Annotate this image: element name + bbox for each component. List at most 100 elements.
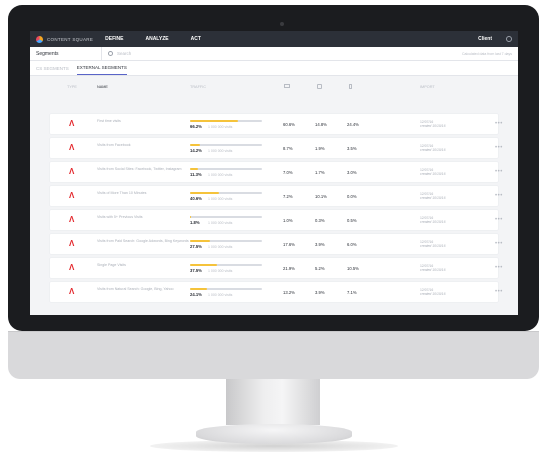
import-date: 12/07/16 created 10/10/16	[420, 288, 445, 296]
traffic-percent: 11.3%	[190, 172, 202, 177]
segment-name[interactable]: Visits from Social Sites: Facebook, Twit…	[97, 167, 189, 171]
search-bar[interactable]: Search	[102, 51, 462, 56]
tab-cs-segments[interactable]: CS SEGMENTS	[36, 66, 69, 75]
import-date: 12/07/16 created 10/10/16	[420, 240, 445, 248]
brand-name: CONTENT SQUARE	[47, 36, 94, 42]
traffic-percent: 40.6%	[190, 196, 202, 201]
visits-count: 1 000 000 visits	[208, 124, 233, 129]
visits-count: 1 000 000 visits	[208, 172, 233, 177]
client-menu[interactable]: Client	[478, 36, 492, 42]
user-icon[interactable]	[506, 36, 512, 42]
table-row[interactable]: Λ Visits of More Than 10 Minutes 40.6% 1 00…	[50, 186, 502, 206]
camera-dot	[280, 22, 284, 26]
more-icon[interactable]: •••	[495, 265, 503, 271]
mobile-share: 0.0%	[347, 194, 357, 199]
segment-name[interactable]: Visits from Natural Search: Google, Bing…	[97, 287, 189, 291]
created-date: created 10/10/16	[420, 220, 446, 225]
traffic-bar-fill	[190, 192, 220, 194]
more-icon[interactable]: •••	[495, 217, 503, 223]
more-icon[interactable]: •••	[495, 121, 503, 127]
traffic-bar-fill	[190, 264, 217, 266]
table-row[interactable]: Λ Visits from Paid Search: Google Adwords…	[50, 234, 502, 254]
more-icon[interactable]: •••	[495, 193, 503, 199]
traffic-bar	[190, 168, 262, 170]
traffic-bar	[190, 264, 262, 266]
desktop-share: 21.9%	[283, 266, 295, 271]
table-row[interactable]: Λ Visits from Social Sites: Facebook, Twi…	[50, 162, 502, 182]
segment-name[interactable]: Single Page Visits	[97, 263, 189, 267]
adobe-icon: Λ	[69, 287, 75, 296]
segment-name[interactable]: First time visits	[97, 119, 189, 123]
tablet-icon[interactable]	[317, 84, 322, 89]
mobile-share: 7.1%	[347, 290, 357, 295]
traffic-bar	[190, 120, 262, 122]
table-row[interactable]: Λ Visits from Natural Search: Google, Bin…	[50, 282, 502, 302]
created-date: created 10/10/16	[420, 292, 446, 297]
segment-name[interactable]: Visits with 5+ Previous Visits	[97, 215, 189, 219]
more-icon[interactable]: •••	[495, 169, 503, 175]
nav-analyze[interactable]: ANALYZE	[145, 36, 168, 42]
monitor-stand-base	[196, 424, 352, 444]
monitor-mockup: CONTENT SQUARE DEFINE ANALYZE ACT Client…	[0, 0, 547, 463]
import-date: 12/07/16 created 10/10/16	[420, 264, 445, 272]
tablet-share: 0.3%	[315, 218, 325, 223]
table-row[interactable]: Λ Visits with 5+ Previous Visits 1.8% 1 000…	[50, 210, 502, 230]
import-date: 12/07/16 created 10/10/16	[420, 192, 445, 200]
desktop-share: 17.6%	[283, 242, 295, 247]
created-date: created 10/10/16	[420, 124, 446, 129]
traffic-percent: 37.5%	[190, 268, 202, 273]
mobile-icon[interactable]	[349, 84, 352, 89]
col-type: TYPE	[67, 85, 77, 89]
search-icon	[108, 51, 113, 56]
traffic-percent: 14.2%	[190, 148, 202, 153]
mobile-share: 24.4%	[347, 122, 359, 127]
page-title: Segments	[30, 47, 102, 60]
mobile-share: 0.5%	[347, 218, 357, 223]
traffic-bar	[190, 216, 262, 218]
desktop-share: 60.6%	[283, 122, 295, 127]
more-icon[interactable]: •••	[495, 145, 503, 151]
traffic-percent: 24.1%	[190, 292, 202, 297]
sub-header: Segments Search Calculated data from las…	[30, 47, 518, 61]
tab-external-segments[interactable]: EXTERNAL SEGMENTS	[76, 65, 127, 75]
col-import[interactable]: IMPORT	[420, 85, 435, 89]
import-date: 12/07/16 created 10/10/16	[420, 144, 445, 152]
adobe-icon: Λ	[69, 119, 75, 128]
mobile-share: 3.0%	[347, 170, 357, 175]
traffic-bar	[190, 288, 262, 290]
segment-tabs: CS SEGMENTS EXTERNAL SEGMENTS	[30, 61, 518, 76]
visits-count: 1 000 000 visits	[208, 292, 233, 297]
import-date: 12/07/16 created 10/10/16	[420, 120, 445, 128]
adobe-icon: Λ	[69, 239, 75, 248]
nav-act[interactable]: ACT	[191, 36, 201, 42]
more-icon[interactable]: •••	[495, 289, 503, 295]
monitor-chin	[8, 331, 539, 379]
nav-define[interactable]: DEFINE	[105, 36, 123, 42]
segment-name[interactable]: Visits from Facebook	[97, 143, 189, 147]
created-date: created 10/10/16	[420, 244, 446, 249]
segment-name[interactable]: Visits of More Than 10 Minutes	[97, 191, 189, 195]
desktop-share: 7.2%	[283, 194, 293, 199]
tablet-share: 10.1%	[315, 194, 327, 199]
table-row[interactable]: Λ Visits from Facebook 14.2% 1 000 000 visi…	[50, 138, 502, 158]
segment-name[interactable]: Visits from Paid Search: Google Adwords,…	[97, 239, 189, 243]
visits-count: 1 000 000 visits	[208, 244, 233, 249]
col-traffic[interactable]: TRAFFIC	[190, 85, 206, 89]
desktop-icon[interactable]	[284, 84, 290, 88]
top-nav-bar: CONTENT SQUARE DEFINE ANALYZE ACT Client	[30, 31, 518, 47]
traffic-bar	[190, 240, 262, 242]
table-row[interactable]: Λ First time visits 66.2% 1 000 000 visits 6…	[50, 114, 502, 134]
traffic-bar-fill	[190, 144, 201, 146]
more-icon[interactable]: •••	[495, 241, 503, 247]
desktop-share: 8.7%	[283, 146, 293, 151]
col-name[interactable]: NAME	[97, 85, 108, 89]
table-row[interactable]: Λ Single Page Visits 37.5% 1 000 000 visits…	[50, 258, 502, 278]
traffic-percent: 27.5%	[190, 244, 202, 249]
tablet-share: 1.7%	[315, 170, 325, 175]
adobe-icon: Λ	[69, 167, 75, 176]
visits-count: 1 000 000 visits	[208, 220, 233, 225]
mobile-share: 3.5%	[347, 146, 357, 151]
tablet-share: 3.9%	[315, 290, 325, 295]
search-input[interactable]: Search	[117, 51, 131, 56]
traffic-bar-fill	[190, 168, 199, 170]
